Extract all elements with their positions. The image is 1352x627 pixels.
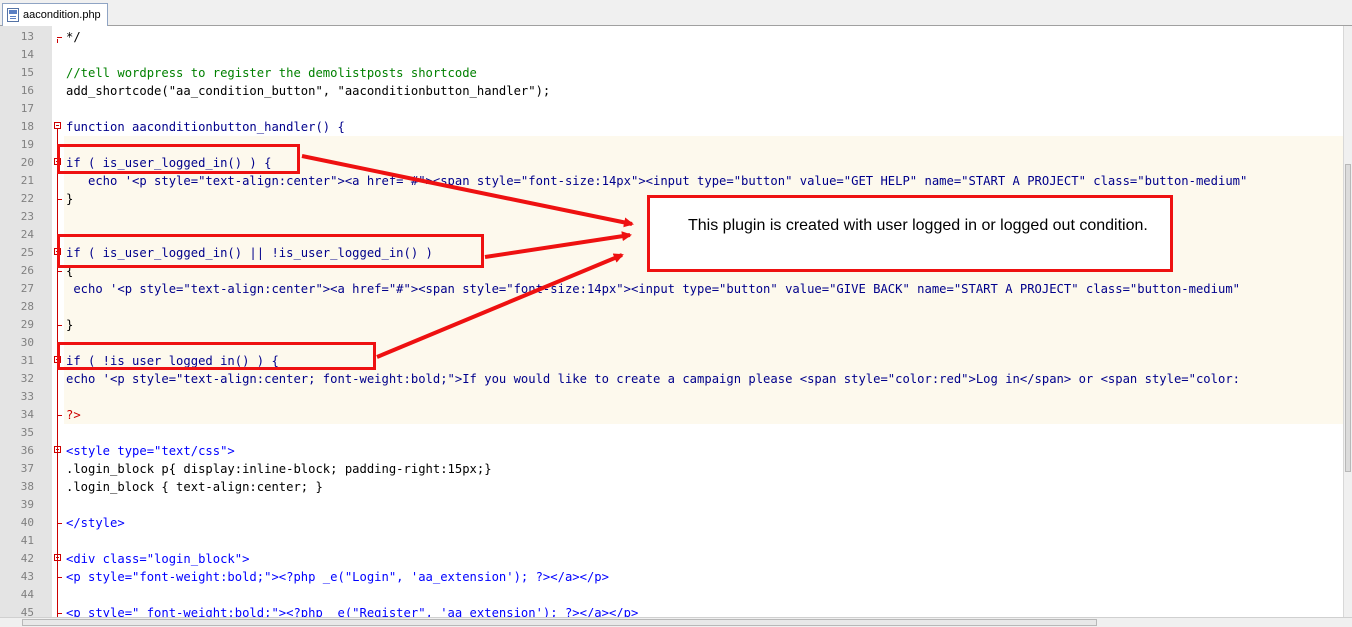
annotation-callout: This plugin is created with user logged … (647, 195, 1173, 272)
callout-text: This plugin is created with user logged … (688, 217, 1148, 234)
annotation-arrows (301, 154, 634, 359)
arrow-line-25 (484, 231, 632, 259)
arrow-line-20 (301, 154, 634, 228)
arrow-line-31 (376, 253, 624, 359)
